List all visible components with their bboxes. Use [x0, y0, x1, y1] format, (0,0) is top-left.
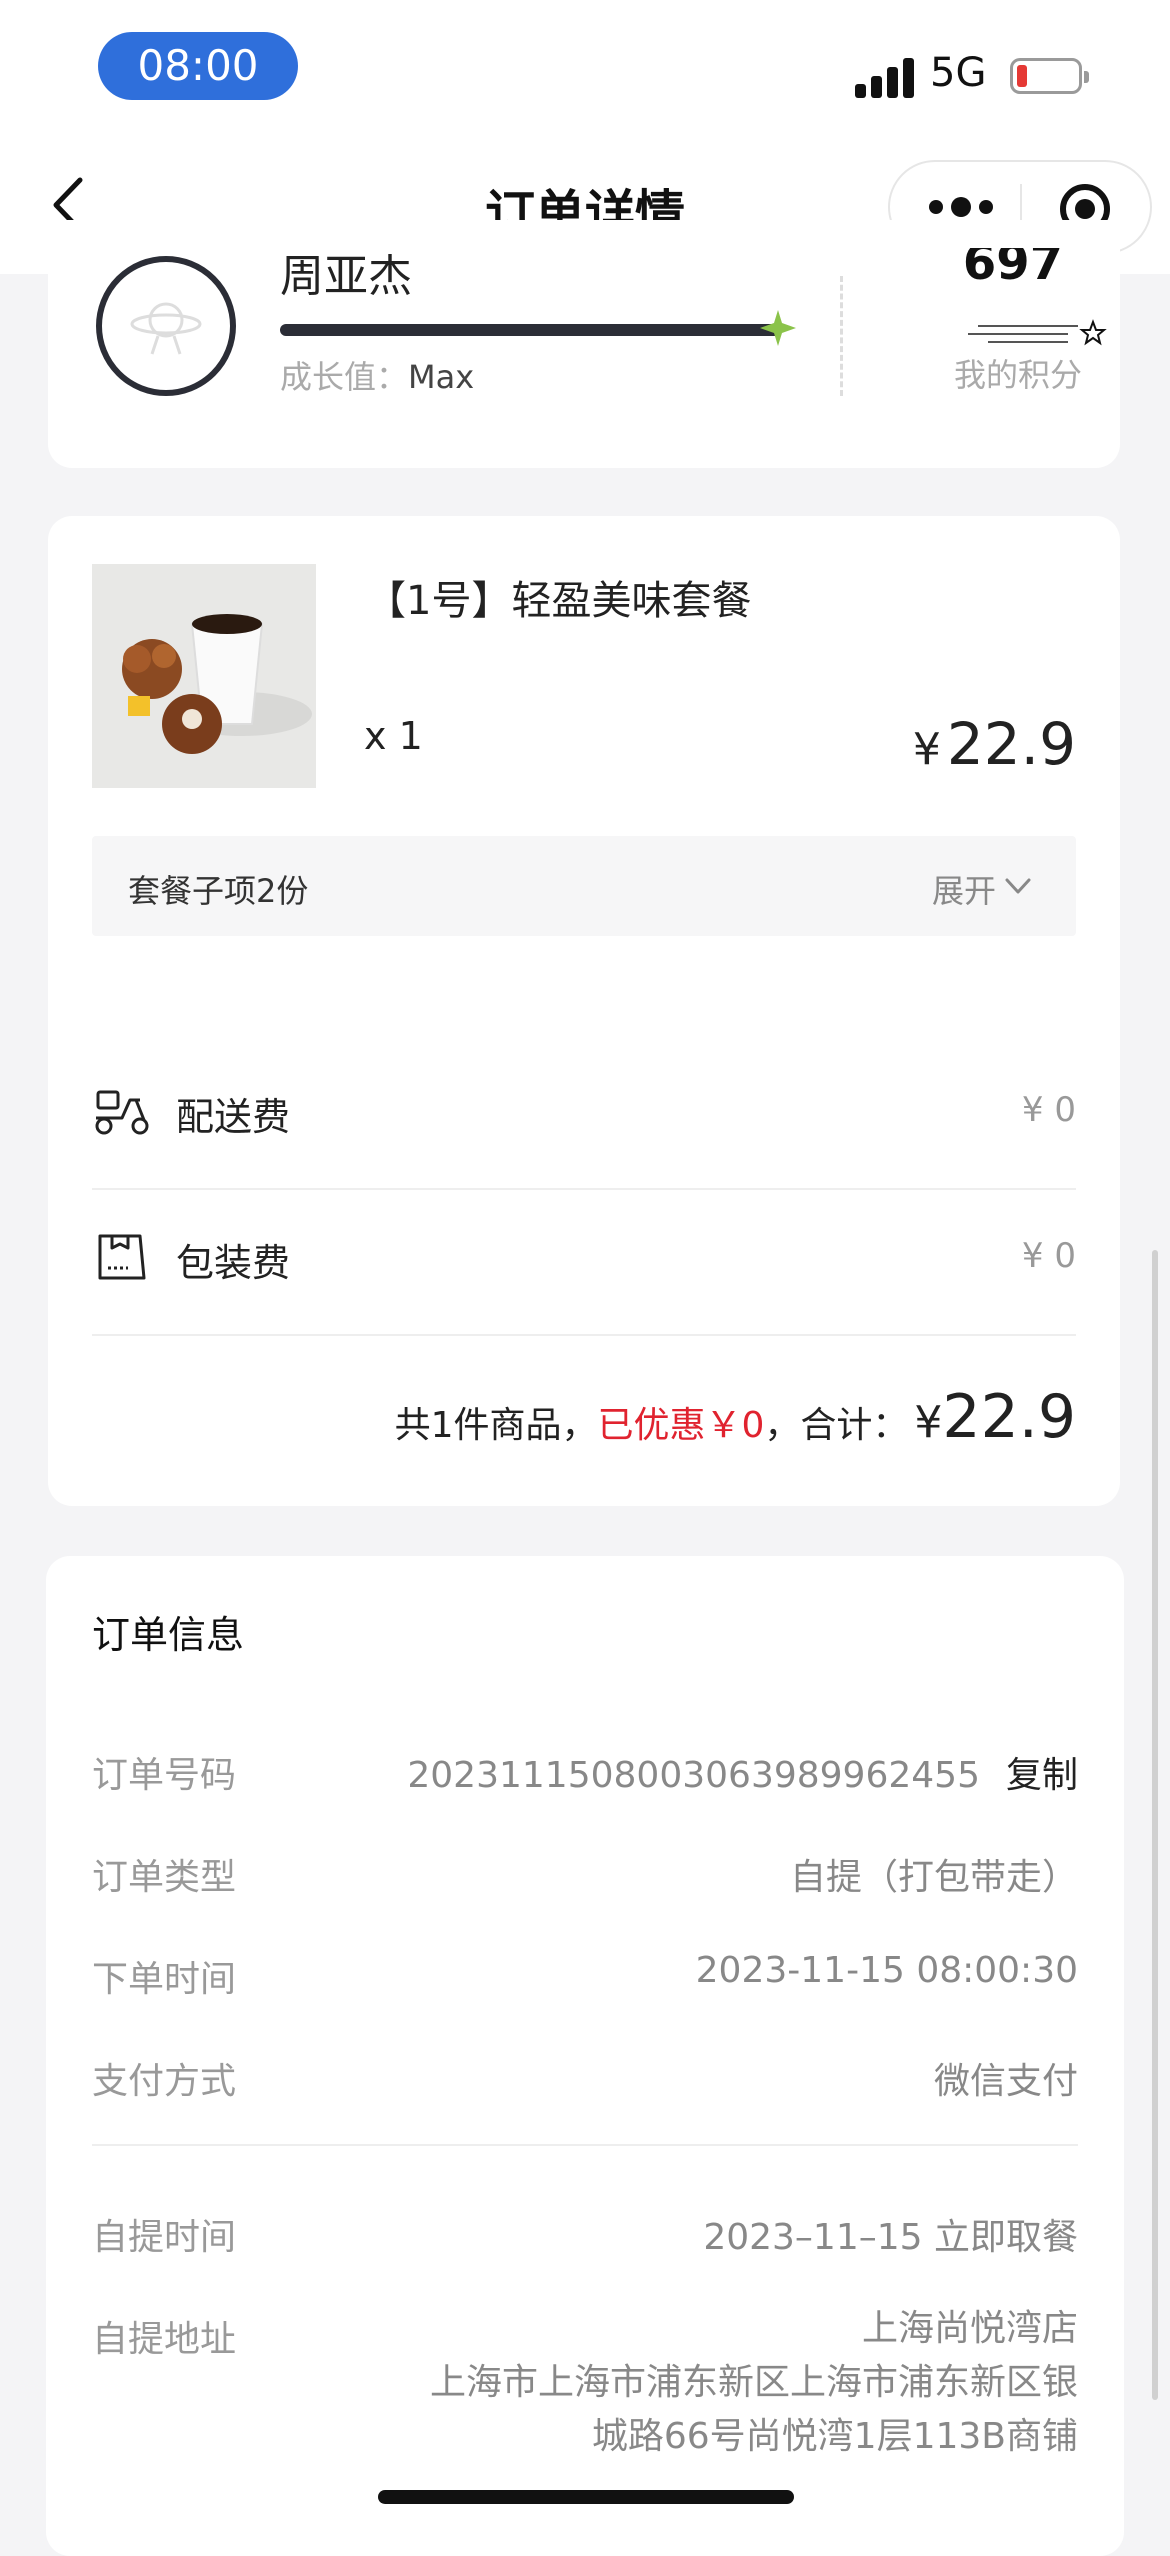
order-number-row: 订单号码 20231115080030639899624​55 复制: [92, 1746, 1078, 1806]
pickup-address-value: 上海尚悦湾店 上海市上海市浦东新区上海市浦东新区银 城路66号尚悦湾1层113B…: [430, 2302, 1078, 2464]
delivery-fee-value: ¥ 0: [1021, 1090, 1076, 1130]
scrollbar[interactable]: [1152, 1250, 1158, 2400]
pickup-time-row: 自提时间 2023–11–15 立即取餐: [92, 2208, 1078, 2268]
sparkle-icon: [760, 310, 796, 346]
info-divider: [92, 2144, 1078, 2146]
packaging-fee-value: ¥ 0: [1021, 1236, 1076, 1276]
order-time-label: 下单时间: [92, 1959, 237, 2000]
total-amount: 22.9: [942, 1382, 1076, 1452]
member-card: 周亚杰 成长值：Max 697 我的积分: [48, 220, 1120, 468]
more-menu-button[interactable]: [926, 192, 996, 222]
address-line-1: 上海市上海市浦东新区上海市浦东新区银: [429, 2362, 1078, 2403]
package-box-icon: [98, 1234, 146, 1280]
points-value[interactable]: 697: [938, 248, 1088, 298]
delivery-fee-label: 配送费: [176, 1095, 291, 1139]
order-type-value: 自提（打包带走）: [789, 1857, 1078, 1898]
growth-progress-bar: [280, 324, 780, 336]
chevron-down-icon: [1005, 878, 1031, 894]
network-type: 5G: [930, 50, 987, 96]
planet-avatar-icon: [130, 302, 202, 355]
order-number-value-group: 20231115080030639899624​55 复制: [407, 1746, 1078, 1798]
product-quantity: x 1: [364, 714, 423, 758]
pickup-address-label: 自提地址: [92, 2319, 237, 2360]
product-image: [92, 564, 316, 788]
coffee-and-pastry-image: [92, 564, 316, 788]
status-bar: 08:00 5G: [0, 0, 1170, 140]
copy-order-number-button[interactable]: 复制: [1006, 1755, 1078, 1796]
scooter-icon: [95, 1090, 149, 1135]
discount-text: 已优惠￥0: [597, 1405, 765, 1446]
pickup-time-label: 自提时间: [92, 2217, 237, 2258]
combo-sub-items-toggle[interactable]: 套餐子项2份 展开: [92, 836, 1076, 936]
growth-value: 成长值：Max: [280, 352, 474, 398]
order-info-title: 订单信息: [92, 1613, 245, 1657]
price-value: 22.9: [946, 710, 1076, 778]
status-time: 08:00: [98, 32, 298, 100]
store-name: 上海尚悦湾店: [861, 2308, 1078, 2349]
order-time-row: 下单时间 2023-11-15 08:00:30: [92, 1950, 1078, 2010]
address-line-2: 城路66号尚悦湾1层113B商铺: [591, 2416, 1078, 2457]
sub-items-label: 套餐子项2份: [128, 872, 309, 910]
order-time-value: 2023-11-15 08:00:30: [695, 1950, 1078, 1991]
order-type-label: 订单类型: [92, 1857, 237, 1898]
order-number-value: 20231115080030639899624​55: [407, 1755, 980, 1796]
order-type-row: 订单类型 自提（打包带走）: [92, 1848, 1078, 1908]
home-indicator[interactable]: [378, 2490, 794, 2504]
price-currency: ¥: [912, 724, 941, 775]
member-name: 周亚杰: [280, 251, 412, 300]
payment-method-value: 微信支付: [933, 2061, 1078, 2102]
fee-divider: [92, 1334, 1076, 1336]
order-info-card: 订单信息 订单号码 20231115080030639899624​55 复制 订…: [46, 1556, 1124, 2556]
points-label: 我的积分: [953, 356, 1082, 394]
product-price: ¥22.9: [913, 710, 1076, 778]
payment-method-label: 支付方式: [92, 2061, 237, 2102]
packaging-fee-label: 包装费: [176, 1241, 291, 1285]
order-items-card: 【1号】轻盈美味套餐 x 1 ¥22.9 套餐子项2份 展开 配送费 ¥ 0 包…: [48, 516, 1120, 1506]
more-dots-icon: [929, 197, 993, 217]
total-label: ，合计：: [764, 1405, 909, 1446]
item-count-text: 共1件商品，: [394, 1405, 598, 1446]
packaging-fee-row: 包装费 ¥ 0: [92, 1186, 1076, 1332]
order-total-summary: 共1件商品，已优惠￥0，合计： ¥22.9: [395, 1382, 1076, 1452]
signal-icon: [855, 56, 915, 98]
pickup-time-value: 2023–11–15 立即取餐: [703, 2217, 1078, 2258]
avatar[interactable]: [96, 256, 236, 396]
total-currency: ¥: [914, 1397, 943, 1448]
delivery-fee-row: 配送费 ¥ 0: [92, 1040, 1076, 1186]
payment-method-row: 支付方式 微信支付: [92, 2052, 1078, 2112]
order-number-label: 订单号码: [92, 1755, 237, 1796]
battery-icon: [1010, 58, 1089, 94]
product-name: 【1号】轻盈美味套餐: [366, 578, 752, 624]
expand-label: 展开: [931, 872, 996, 910]
member-divider: [840, 276, 843, 396]
growth-level: Max: [408, 358, 475, 396]
star-stripe-icon: [968, 319, 1107, 346]
growth-label: 成长值：: [280, 358, 409, 396]
